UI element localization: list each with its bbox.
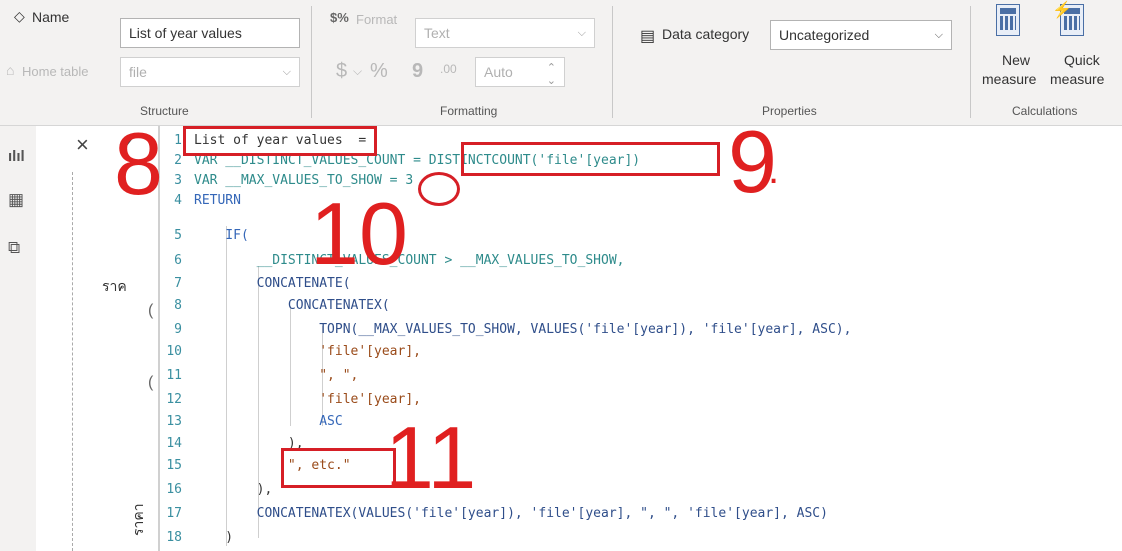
thai-label-2: ราคา — [130, 503, 146, 536]
bracket-mark: ( — [148, 374, 154, 391]
decimals-spinner[interactable]: Auto ⌃ ⌄ — [475, 57, 565, 87]
format-dropdown[interactable]: Text ⌵ — [415, 18, 595, 48]
dashed-divider — [72, 172, 73, 551]
annotation-dot: . — [768, 148, 780, 192]
annotation-number-10: 10 — [310, 184, 408, 283]
bracket-mark: ( — [148, 302, 154, 319]
model-view-icon[interactable]: ⧉ — [8, 238, 20, 258]
annotation-box-11 — [281, 448, 396, 488]
decimals-value: Auto — [484, 64, 513, 80]
new-measure-label-2: measure — [982, 71, 1037, 87]
home-table-dropdown[interactable]: file ⌵ — [120, 57, 300, 87]
chevron-down-icon: ⌵ — [934, 29, 943, 41]
home-table-value: file — [129, 64, 147, 80]
code-text: 'file'[year], — [194, 344, 421, 359]
code-text: IF( — [194, 228, 249, 243]
divider — [970, 6, 971, 118]
comma-style-button[interactable]: 9 — [412, 60, 423, 83]
format-label: Format — [356, 12, 398, 27]
calculator-icon — [996, 4, 1020, 36]
thai-label-1: ราค — [102, 278, 127, 294]
ribbon: ◇ Name List of year values ⌂ Home table … — [0, 0, 1122, 126]
calculations-group-label: Calculations — [1012, 104, 1078, 118]
format-icon: $% — [330, 10, 349, 25]
data-category-icon: ▤ — [640, 28, 656, 45]
code-text: ASC — [194, 414, 343, 429]
code-text: ) — [194, 530, 234, 545]
new-measure-label-1: New — [1002, 52, 1031, 68]
quick-measure-label-2: measure — [1050, 71, 1105, 87]
annotation-box-9 — [461, 142, 720, 176]
annotation-box-8 — [183, 126, 377, 156]
code-text: RETURN — [194, 193, 241, 208]
home-table-label: Home table — [22, 64, 89, 79]
decimal-button[interactable]: .00 — [440, 62, 457, 76]
quick-measure-button[interactable]: ⚡ Quick measure — [1050, 0, 1112, 88]
code-text: ", ", — [194, 368, 359, 383]
chevron-down-icon: ⌵ — [282, 66, 291, 78]
quick-measure-label-1: Quick — [1064, 52, 1100, 68]
home-icon: ⌂ — [6, 62, 15, 78]
code-text: 'file'[year], — [194, 392, 421, 407]
data-category-label: Data category — [662, 26, 750, 42]
code-text: CONCATENATEX(VALUES('file'[year]), 'file… — [194, 506, 828, 521]
divider — [311, 6, 312, 118]
data-view-icon[interactable]: ▦ — [8, 190, 24, 210]
view-switcher: ılıl ▦ ⧉ — [0, 126, 36, 551]
code-text: __DISTINCT_VALUES_COUNT > __MAX_VALUES_T… — [194, 253, 625, 268]
annotation-number-8: 8 — [114, 114, 163, 213]
code-text: TOPN(__MAX_VALUES_TO_SHOW, VALUES('file'… — [194, 322, 852, 337]
name-field-value: List of year values — [129, 25, 242, 41]
code-text: CONCATENATEX( — [194, 298, 390, 313]
chevron-down-icon: ⌵ — [353, 64, 363, 78]
tag-icon: ◇ — [14, 8, 25, 24]
report-view-icon[interactable]: ılıl — [8, 148, 25, 165]
name-label: Name — [32, 9, 70, 25]
chevron-down-icon: ⌵ — [577, 27, 586, 39]
formatting-group-label: Formatting — [440, 104, 498, 118]
format-value: Text — [424, 25, 450, 41]
cancel-button[interactable]: × — [76, 132, 89, 158]
spinner-arrows-icon: ⌃ ⌄ — [546, 62, 556, 87]
annotation-number-11: 11 — [385, 408, 477, 507]
data-category-value: Uncategorized — [779, 27, 870, 43]
new-measure-button[interactable]: New measure — [982, 0, 1044, 88]
percent-button[interactable]: % — [370, 60, 388, 83]
data-category-dropdown[interactable]: Uncategorized ⌵ — [770, 20, 952, 50]
currency-button[interactable]: $ — [336, 60, 347, 83]
code-text: ), — [194, 482, 273, 497]
name-field[interactable]: List of year values — [120, 18, 300, 48]
divider — [612, 6, 613, 118]
lightning-icon: ⚡ — [1052, 2, 1072, 19]
annotation-circle-10 — [418, 172, 460, 206]
